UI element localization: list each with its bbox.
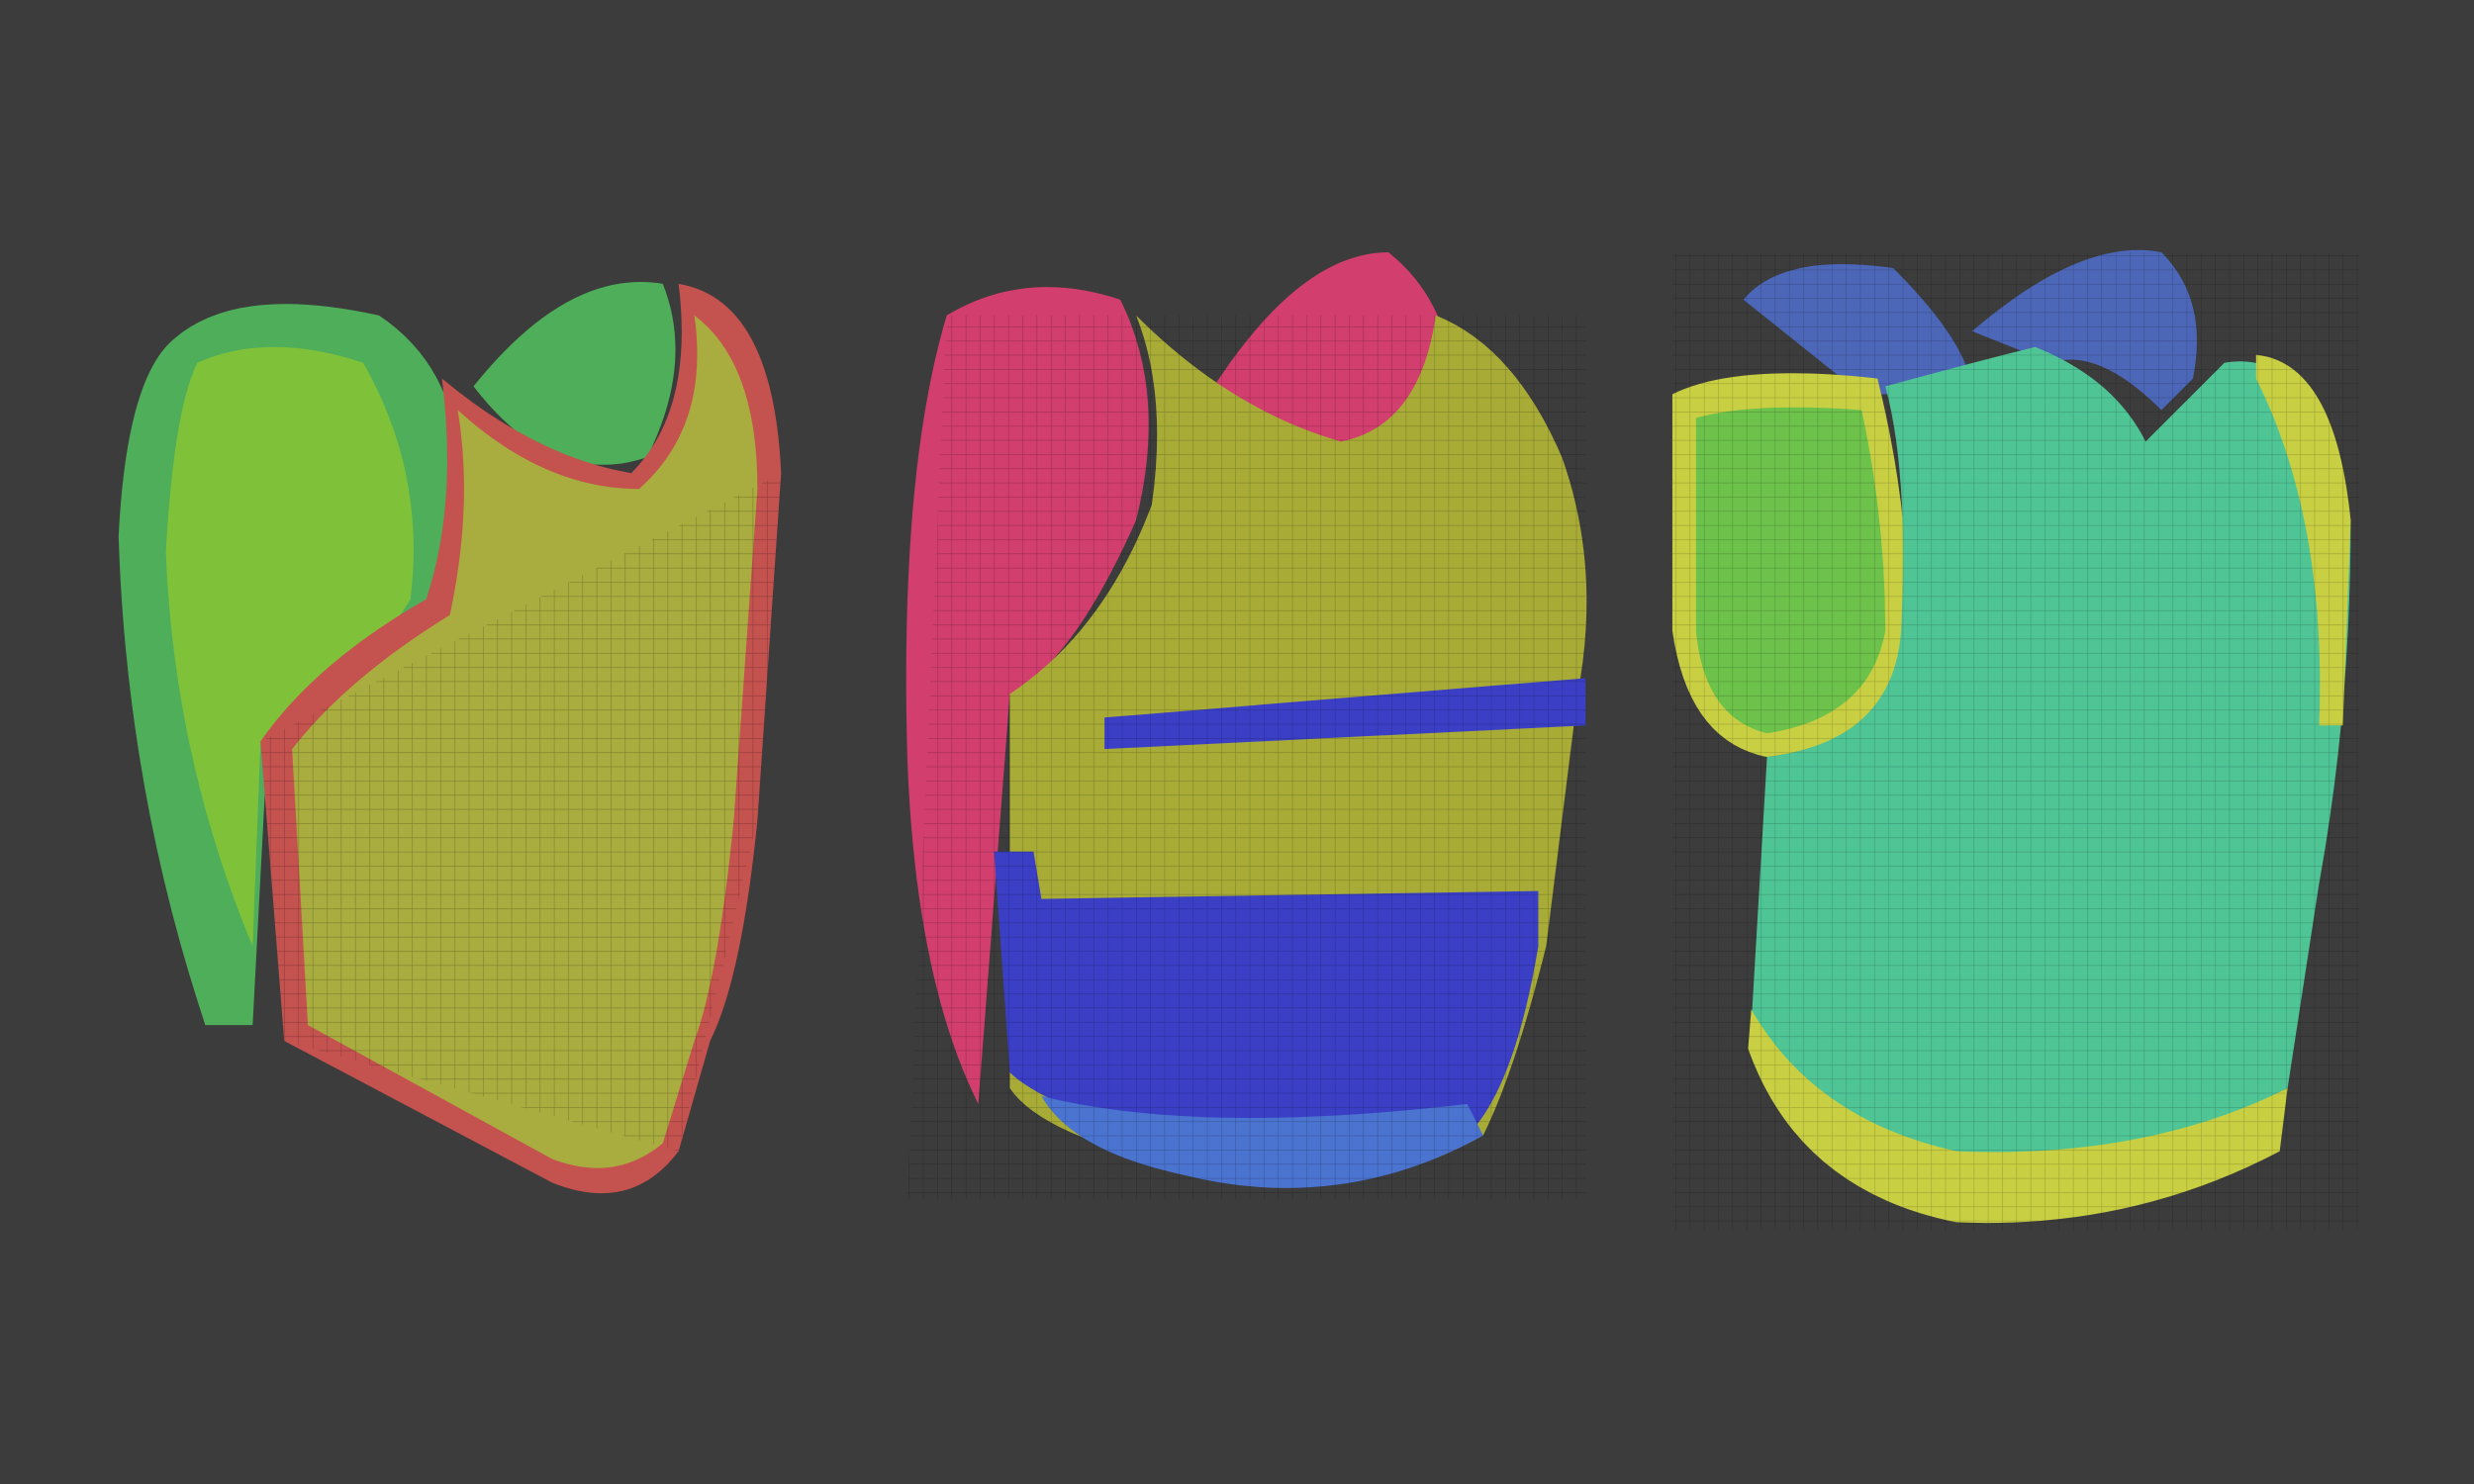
vest-right bbox=[1671, 249, 2359, 1231]
viewport bbox=[0, 0, 2474, 1484]
vest-middle bbox=[905, 252, 1587, 1199]
